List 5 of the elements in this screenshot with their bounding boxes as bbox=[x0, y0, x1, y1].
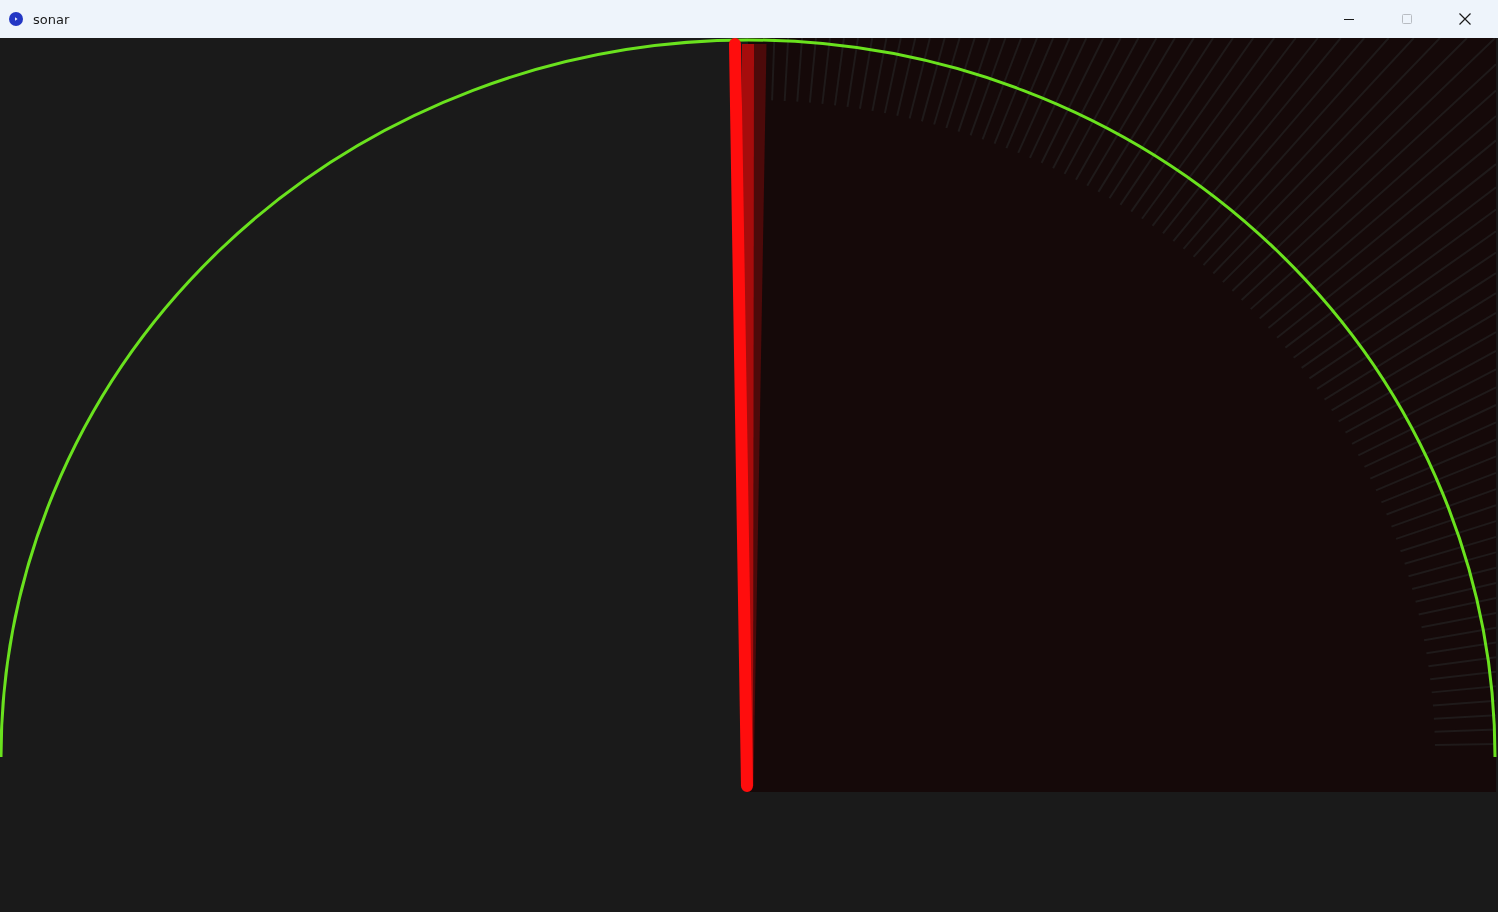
close-icon bbox=[1459, 13, 1471, 25]
window-title: sonar bbox=[33, 11, 70, 27]
maximize-icon bbox=[1402, 14, 1412, 24]
minimize-icon bbox=[1344, 18, 1354, 20]
app-icon bbox=[9, 12, 23, 26]
